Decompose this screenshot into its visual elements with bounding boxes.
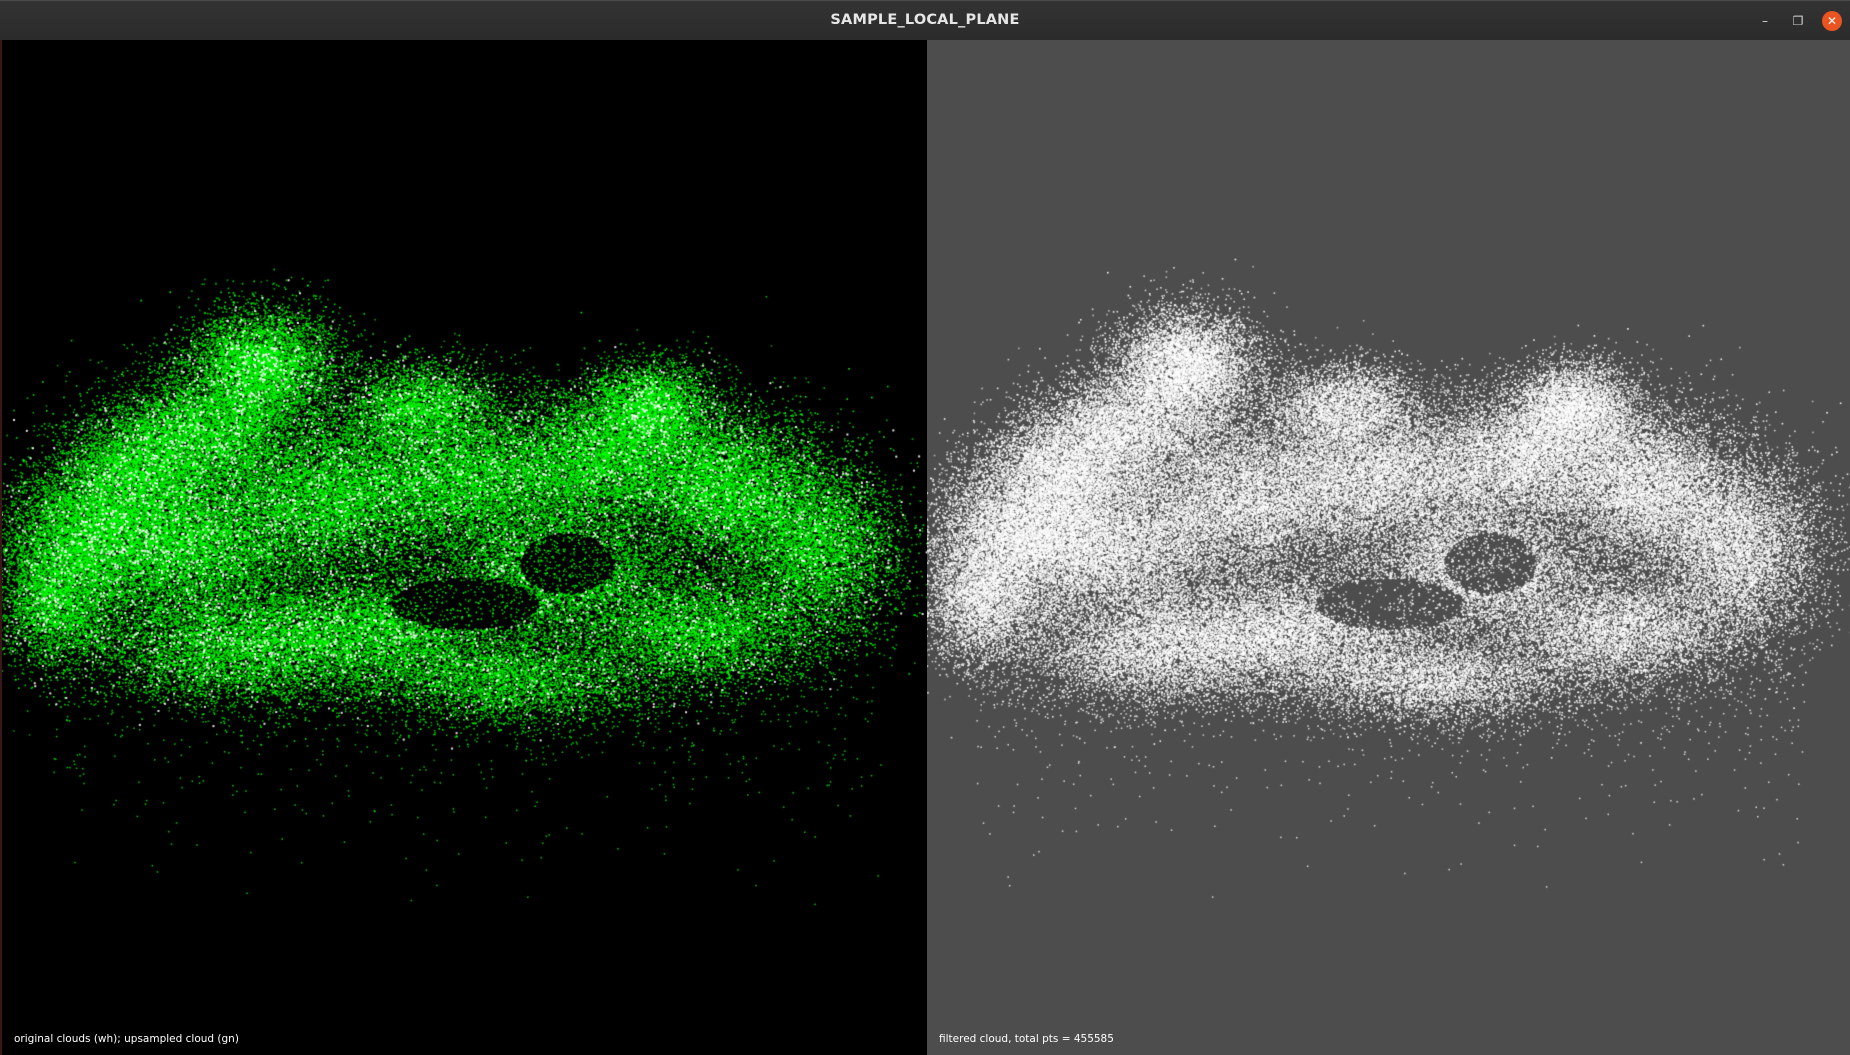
maximize-button[interactable]: ❐ bbox=[1788, 11, 1808, 31]
window-title: SAMPLE_LOCAL_PLANE bbox=[830, 12, 1020, 28]
close-button[interactable]: ✕ bbox=[1822, 11, 1842, 31]
right-viewport-caption: filtered cloud, total pts = 455585 bbox=[939, 1033, 1114, 1045]
minimize-button[interactable]: – bbox=[1755, 11, 1775, 31]
left-viewport-caption: original clouds (wh); upsampled cloud (g… bbox=[14, 1033, 239, 1045]
left-viewport[interactable]: original clouds (wh); upsampled cloud (g… bbox=[0, 40, 927, 1055]
title-bar[interactable]: SAMPLE_LOCAL_PLANE – ❐ ✕ bbox=[0, 0, 1850, 40]
point-cloud-canvas-original-upsampled[interactable] bbox=[2, 40, 927, 1055]
point-cloud-canvas-filtered[interactable] bbox=[927, 40, 1850, 1055]
right-viewport[interactable]: filtered cloud, total pts = 455585 bbox=[927, 40, 1850, 1055]
viewer-window: SAMPLE_LOCAL_PLANE – ❐ ✕ original clouds… bbox=[0, 0, 1850, 1055]
